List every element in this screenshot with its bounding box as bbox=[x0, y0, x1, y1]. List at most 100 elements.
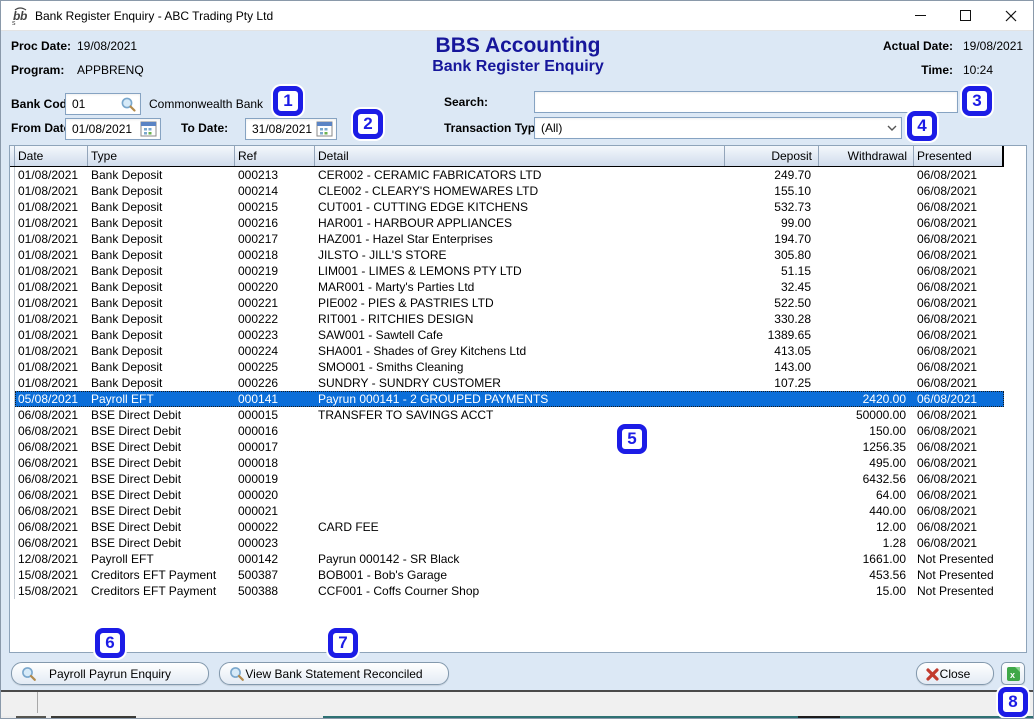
table-row[interactable]: 01/08/2021Bank Deposit000213CER002 - CER… bbox=[10, 167, 1026, 183]
column-header-withdrawal[interactable]: Withdrawal bbox=[819, 146, 914, 166]
annotation-badge-4: 4 bbox=[907, 111, 937, 141]
table-row[interactable]: 15/08/2021Creditors EFT Payment500388CCF… bbox=[10, 583, 1026, 599]
cell-deposit bbox=[725, 455, 819, 471]
cell-date: 06/08/2021 bbox=[15, 519, 88, 535]
status-bar bbox=[1, 690, 1034, 716]
table-row[interactable]: 06/08/2021BSE Direct Debit0000231.2806/0… bbox=[10, 535, 1026, 551]
cell-type: BSE Direct Debit bbox=[88, 407, 235, 423]
title-bar: b b s Bank Register Enquiry - ABC Tradin… bbox=[1, 1, 1033, 31]
bank-code-lookup-icon[interactable] bbox=[120, 96, 137, 113]
bank-code-input[interactable]: 01 bbox=[65, 93, 141, 115]
table-row[interactable]: 01/08/2021Bank Deposit000223SAW001 - Saw… bbox=[10, 327, 1026, 343]
cell-detail: CER002 - CERAMIC FABRICATORS LTD bbox=[315, 167, 725, 183]
cell-deposit bbox=[725, 503, 819, 519]
search-label: Search: bbox=[444, 95, 488, 109]
cell-deposit bbox=[725, 391, 819, 407]
cell-withdrawal: 2420.00 bbox=[819, 391, 914, 407]
cell-withdrawal: 15.00 bbox=[819, 583, 914, 599]
annotation-badge-6: 6 bbox=[95, 628, 125, 658]
table-row[interactable]: 01/08/2021Bank Deposit000214CLE002 - CLE… bbox=[10, 183, 1026, 199]
cell-type: Bank Deposit bbox=[88, 327, 235, 343]
payroll-payrun-enquiry-button[interactable]: Payroll Payrun Enquiry bbox=[11, 662, 209, 685]
table-row[interactable]: 01/08/2021Bank Deposit000220MAR001 - Mar… bbox=[10, 279, 1026, 295]
cell-date: 12/08/2021 bbox=[15, 551, 88, 567]
cell-type: BSE Direct Debit bbox=[88, 471, 235, 487]
table-row[interactable]: 06/08/2021BSE Direct Debit000016150.0006… bbox=[10, 423, 1026, 439]
cell-deposit: 330.28 bbox=[725, 311, 819, 327]
cell-detail: SHA001 - Shades of Grey Kitchens Ltd bbox=[315, 343, 725, 359]
cell-deposit: 522.50 bbox=[725, 295, 819, 311]
column-header-detail[interactable]: Detail bbox=[315, 146, 725, 166]
bank-register-enquiry-window: b b s Bank Register Enquiry - ABC Tradin… bbox=[0, 0, 1034, 719]
cell-deposit bbox=[725, 487, 819, 503]
table-row[interactable]: 06/08/2021BSE Direct Debit000015TRANSFER… bbox=[10, 407, 1026, 423]
cell-deposit bbox=[725, 423, 819, 439]
cell-detail: CCF001 - Coffs Courner Shop bbox=[315, 583, 725, 599]
view-bank-statement-reconciled-button[interactable]: View Bank Statement Reconciled bbox=[219, 662, 449, 685]
cell-date: 01/08/2021 bbox=[15, 295, 88, 311]
magnifier-icon bbox=[21, 666, 37, 685]
table-row[interactable]: 01/08/2021Bank Deposit000219LIM001 - LIM… bbox=[10, 263, 1026, 279]
table-row[interactable]: 01/08/2021Bank Deposit000215CUT001 - CUT… bbox=[10, 199, 1026, 215]
cell-ref: 000217 bbox=[235, 231, 315, 247]
cell-date: 01/08/2021 bbox=[15, 199, 88, 215]
table-row[interactable]: 01/08/2021Bank Deposit000224SHA001 - Sha… bbox=[10, 343, 1026, 359]
from-date-input[interactable]: 01/08/2021 bbox=[65, 118, 161, 140]
cell-detail bbox=[315, 471, 725, 487]
close-window-button[interactable] bbox=[988, 1, 1033, 30]
table-row[interactable]: 06/08/2021BSE Direct Debit000022CARD FEE… bbox=[10, 519, 1026, 535]
table-row[interactable]: 12/08/2021Payroll EFT000142Payrun 000142… bbox=[10, 551, 1026, 567]
actual-date-value: 19/08/2021 bbox=[963, 39, 1023, 53]
cell-withdrawal bbox=[819, 247, 914, 263]
cell-presented: 06/08/2021 bbox=[914, 231, 1004, 247]
table-row[interactable]: 06/08/2021BSE Direct Debit000021440.0006… bbox=[10, 503, 1026, 519]
minimize-button[interactable] bbox=[898, 1, 943, 30]
table-row[interactable]: 01/08/2021Bank Deposit000221PIE002 - PIE… bbox=[10, 295, 1026, 311]
cell-date: 06/08/2021 bbox=[15, 487, 88, 503]
table-row[interactable]: 06/08/2021BSE Direct Debit0000171256.350… bbox=[10, 439, 1026, 455]
cell-deposit: 107.25 bbox=[725, 375, 819, 391]
cell-date: 05/08/2021 bbox=[15, 391, 88, 407]
table-row[interactable]: 06/08/2021BSE Direct Debit00002064.0006/… bbox=[10, 487, 1026, 503]
search-input[interactable] bbox=[534, 91, 958, 113]
table-row[interactable]: 06/08/2021BSE Direct Debit0000196432.560… bbox=[10, 471, 1026, 487]
table-row[interactable]: 15/08/2021Creditors EFT Payment500387BOB… bbox=[10, 567, 1026, 583]
column-header-type[interactable]: Type bbox=[88, 146, 235, 166]
column-header-deposit[interactable]: Deposit bbox=[725, 146, 819, 166]
cell-presented: 06/08/2021 bbox=[914, 359, 1004, 375]
column-header-date[interactable]: Date bbox=[15, 146, 88, 166]
cell-deposit: 155.10 bbox=[725, 183, 819, 199]
cell-detail: SMO001 - Smiths Cleaning bbox=[315, 359, 725, 375]
table-row[interactable]: 01/08/2021Bank Deposit000217HAZ001 - Haz… bbox=[10, 231, 1026, 247]
table-row[interactable]: 01/08/2021Bank Deposit000226SUNDRY - SUN… bbox=[10, 375, 1026, 391]
transaction-type-label: Transaction Type: bbox=[444, 121, 546, 135]
table-row[interactable]: 01/08/2021Bank Deposit000222RIT001 - RIT… bbox=[10, 311, 1026, 327]
column-header-ref[interactable]: Ref bbox=[235, 146, 315, 166]
transaction-type-select[interactable]: (All) bbox=[534, 117, 902, 139]
view-bank-statement-reconciled-label: View Bank Statement Reconciled bbox=[245, 667, 422, 681]
status-bar-divider bbox=[37, 692, 38, 713]
cell-deposit bbox=[725, 583, 819, 599]
cell-date: 01/08/2021 bbox=[15, 375, 88, 391]
table-row[interactable]: 06/08/2021BSE Direct Debit000018495.0006… bbox=[10, 455, 1026, 471]
cell-ref: 000016 bbox=[235, 423, 315, 439]
cell-deposit: 532.73 bbox=[725, 199, 819, 215]
close-button[interactable]: Close bbox=[916, 662, 994, 685]
table-row[interactable]: 05/08/2021Payroll EFT000141Payrun 000141… bbox=[10, 391, 1026, 407]
cell-ref: 000223 bbox=[235, 327, 315, 343]
column-header-presented[interactable]: Presented bbox=[914, 146, 1004, 166]
from-date-calendar-icon[interactable] bbox=[140, 121, 157, 137]
cell-date: 01/08/2021 bbox=[15, 311, 88, 327]
maximize-button[interactable] bbox=[943, 1, 988, 30]
cell-detail: RIT001 - RITCHIES DESIGN bbox=[315, 311, 725, 327]
cell-date: 01/08/2021 bbox=[15, 279, 88, 295]
table-row[interactable]: 01/08/2021Bank Deposit000225SMO001 - Smi… bbox=[10, 359, 1026, 375]
cell-presented: 06/08/2021 bbox=[914, 327, 1004, 343]
table-row[interactable]: 01/08/2021Bank Deposit000216HAR001 - HAR… bbox=[10, 215, 1026, 231]
to-date-input[interactable]: 31/08/2021 bbox=[245, 118, 337, 140]
export-excel-button[interactable]: x bbox=[1001, 662, 1025, 685]
cell-date: 01/08/2021 bbox=[15, 359, 88, 375]
to-date-calendar-icon[interactable] bbox=[316, 121, 333, 137]
cell-detail: Payrun 000141 - 2 GROUPED PAYMENTS bbox=[315, 391, 725, 407]
table-row[interactable]: 01/08/2021Bank Deposit000218JILSTO - JIL… bbox=[10, 247, 1026, 263]
